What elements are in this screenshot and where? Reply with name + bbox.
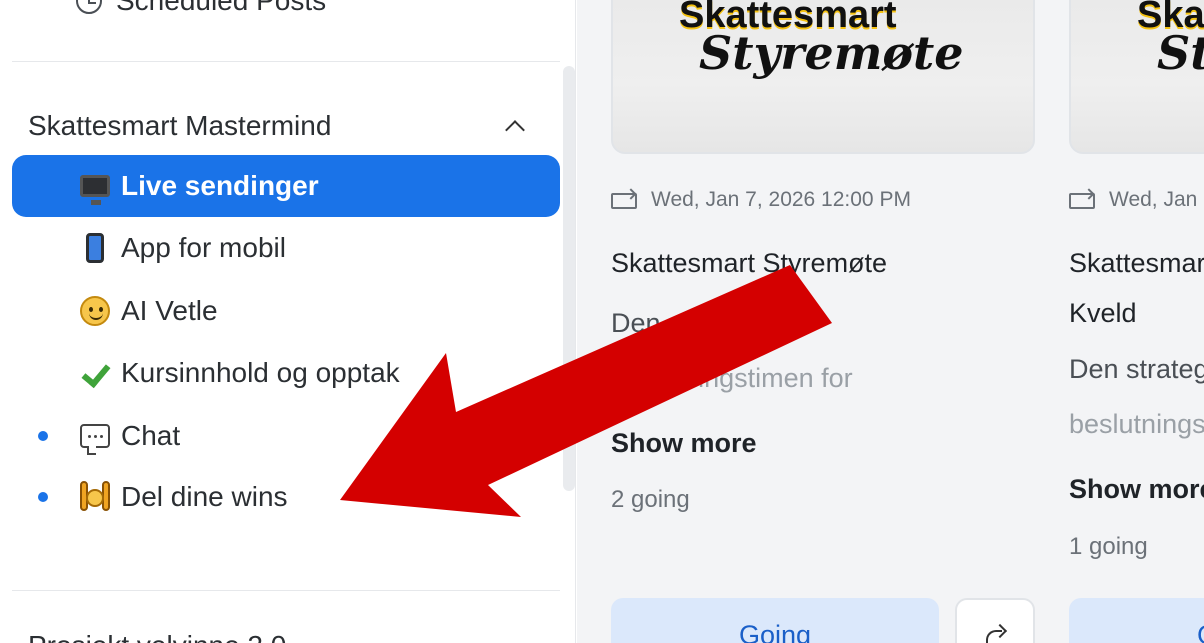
attendee-count: 2 going xyxy=(611,486,690,513)
event-datetime: Wed, Jan xyxy=(1069,188,1197,212)
event-description: Den strategiske beslutningstimen xyxy=(1069,342,1204,452)
sidebar-item-kursinnhold[interactable]: Kursinnhold og opptak xyxy=(12,342,560,404)
event-description-line: Den strategiske xyxy=(1069,354,1204,384)
share-button[interactable] xyxy=(955,598,1035,643)
thumbnail-script-text: Styremøte xyxy=(1157,26,1204,80)
going-button[interactable]: Going xyxy=(1069,598,1204,643)
sidebar-item-label: App for mobil xyxy=(121,232,286,263)
event-description-line: Den ukentlige xyxy=(611,308,777,338)
unread-dot xyxy=(38,431,48,441)
monitor-icon xyxy=(78,169,112,205)
sidebar-item-label: Live sendinger xyxy=(121,170,319,201)
sidebar-item-label: Chat xyxy=(121,420,181,451)
event-title[interactable]: Skattesmart Styremøte xyxy=(611,238,887,288)
event-datetime: Wed, Jan 7, 2026 12:00 PM xyxy=(611,188,911,212)
sidebar-item-label: AI Vetle xyxy=(121,295,218,326)
events-feed: Skattesmart Styremøte Wed, Jan 7, 2026 1… xyxy=(577,0,1204,643)
check-mark-icon xyxy=(78,356,112,390)
sidebar-item-ai-vetle[interactable]: AI Vetle xyxy=(12,280,560,342)
clock-icon xyxy=(76,0,102,14)
speech-bubble-icon xyxy=(78,419,112,455)
attendee-count: 1 going xyxy=(1069,533,1148,560)
mobile-phone-icon xyxy=(78,231,112,265)
share-icon xyxy=(984,626,1006,643)
sidebar-item-scheduled-posts[interactable]: Scheduled Posts xyxy=(76,0,326,18)
event-thumbnail[interactable]: Skattesmart Styremøte xyxy=(1069,0,1204,154)
unread-dot xyxy=(38,492,48,502)
raised-hands-icon xyxy=(78,480,112,514)
event-title[interactable]: Skattesmart Kveld xyxy=(1069,238,1204,338)
event-description-line: beslutningstimen for xyxy=(611,363,853,393)
sidebar-item-label: Kursinnhold og opptak xyxy=(121,357,400,388)
divider xyxy=(12,590,560,591)
event-description: Den ukentlige beslutningstimen for xyxy=(611,296,853,406)
event-title-line: Kveld xyxy=(1069,298,1137,328)
sidebar-item-label: Scheduled Posts xyxy=(116,0,327,16)
show-more-link[interactable]: Show more xyxy=(611,428,757,459)
divider xyxy=(12,61,560,62)
group-title: Skattesmart Mastermind xyxy=(28,110,332,141)
repeat-icon xyxy=(1069,190,1095,210)
event-description-line: beslutningstimen xyxy=(1069,409,1204,439)
event-title-line: Skattesmart xyxy=(1069,248,1204,278)
page: Scheduled Posts Skattesmart Mastermind L… xyxy=(0,0,1204,643)
group-header-skattesmart-mastermind[interactable]: Skattesmart Mastermind xyxy=(28,106,528,146)
sidebar-item-label: Del dine wins xyxy=(121,481,288,512)
sidebar-item-app-for-mobil[interactable]: App for mobil xyxy=(12,217,560,279)
going-button[interactable]: Going xyxy=(611,598,939,643)
repeat-icon xyxy=(611,190,637,210)
group-header-next[interactable]: Prosjekt velvinne 2.0 xyxy=(28,630,286,643)
event-datetime-text: Wed, Jan 7, 2026 12:00 PM xyxy=(651,188,911,211)
event-thumbnail[interactable]: Skattesmart Styremøte xyxy=(611,0,1035,154)
thumbnail-script-text: Styremøte xyxy=(699,26,964,80)
smiley-icon xyxy=(78,294,112,328)
sidebar-scrollbar[interactable] xyxy=(563,66,575,491)
sidebar-item-del-dine-wins[interactable]: Del dine wins xyxy=(12,466,560,528)
sidebar-item-chat[interactable]: Chat xyxy=(12,405,560,467)
sidebar: Scheduled Posts Skattesmart Mastermind L… xyxy=(0,0,576,643)
chevron-up-icon[interactable] xyxy=(505,120,525,140)
show-more-link[interactable]: Show more xyxy=(1069,474,1204,505)
sidebar-item-live-sendinger[interactable]: Live sendinger xyxy=(12,155,560,217)
event-datetime-text: Wed, Jan xyxy=(1109,188,1198,211)
